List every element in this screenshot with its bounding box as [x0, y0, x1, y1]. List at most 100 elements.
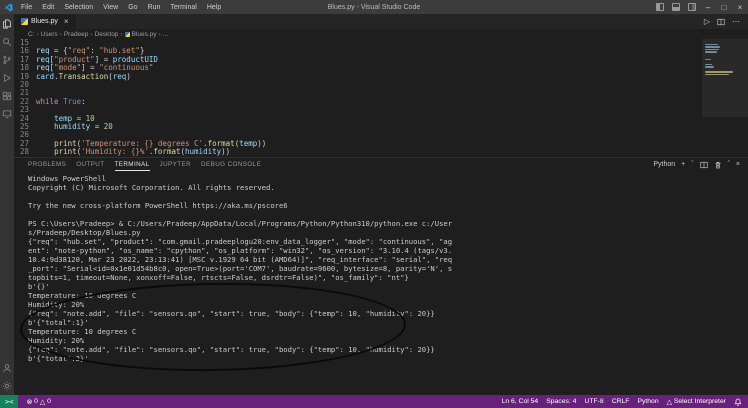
tab-label: Blues.py — [31, 18, 58, 25]
terminal-line: PS C:\Users\Pradeep> & C:/Users/Pradeep/… — [28, 219, 748, 228]
breadcrumb-separator-icon: › — [60, 31, 62, 38]
menu-go[interactable]: Go — [123, 4, 142, 11]
extensions-icon[interactable] — [2, 91, 12, 101]
layout-customize-icon[interactable] — [684, 0, 700, 14]
code-editor[interactable]: 1516req = {"req": "hub.set"}17req["produ… — [14, 39, 748, 157]
layout-sidebar-icon[interactable] — [652, 0, 668, 14]
new-terminal-icon[interactable]: + — [681, 161, 685, 168]
terminal-line: b'{}' — [28, 282, 748, 291]
menu-run[interactable]: Run — [143, 4, 166, 11]
terminal-shell-label[interactable]: Python — [653, 161, 675, 168]
main-area: Blues.py × ▷ ⋯ C:›Users›Pradeep›Desktop›… — [0, 14, 748, 395]
code-line[interactable]: 25 humidity = 20 — [14, 123, 748, 131]
kill-terminal-trash-icon[interactable] — [714, 161, 722, 169]
terminal-line: 10.4:9d38120, Mar 23 2022, 23:13:41) [MS… — [28, 255, 748, 264]
terminal-lines: Windows PowerShellCopyright (C) Microsof… — [28, 174, 748, 363]
terminal-line: {"req": "hub.set", "product": "com.gmail… — [28, 237, 748, 246]
cursor-position[interactable]: Ln 6, Col 54 — [502, 398, 539, 405]
terminal-line: Temperature: 10 degrees C — [28, 291, 748, 300]
warnings-icon: △ — [40, 398, 45, 406]
title-bar: FileEditSelectionViewGoRunTerminalHelp B… — [0, 0, 748, 14]
breadcrumb-item[interactable]: ... — [163, 31, 168, 38]
code-line[interactable]: 23 — [14, 106, 748, 114]
tab-blues-py[interactable]: Blues.py × — [14, 14, 76, 29]
panel-tab-jupyter[interactable]: JUPYTER — [160, 158, 192, 171]
minimize-button[interactable]: – — [700, 0, 716, 14]
remote-indicator[interactable]: >< — [0, 395, 18, 408]
tab-close-icon[interactable]: × — [64, 17, 69, 26]
menu-help[interactable]: Help — [202, 4, 226, 11]
vscode-logo-icon — [0, 3, 16, 12]
layout-panel-icon[interactable] — [668, 0, 684, 14]
select-interpreter-warning[interactable]: △ Select Interpreter — [667, 398, 726, 406]
panel-tab-debug-console[interactable]: DEBUG CONSOLE — [201, 158, 261, 171]
code-line[interactable]: 20 — [14, 81, 748, 89]
split-editor-icon[interactable] — [717, 18, 725, 26]
run-debug-icon[interactable] — [2, 73, 12, 83]
account-icon[interactable] — [2, 363, 12, 373]
panel-tab-output[interactable]: OUTPUT — [76, 158, 104, 171]
code-line[interactable]: 24 temp = 10 — [14, 115, 748, 123]
status-bar: >< ⊗ 0 △ 0 Ln 6, Col 54 Spaces: 4 UTF-8 … — [0, 395, 748, 408]
terminal-line: Copyright (C) Microsoft Corporation. All… — [28, 183, 748, 192]
terminal-line: topbits=1, timeout=None, xonxoff=False, … — [28, 273, 748, 282]
menu-edit[interactable]: Edit — [37, 4, 59, 11]
run-python-file-button[interactable]: ▷ — [704, 17, 710, 26]
code-line[interactable]: 19card.Transaction(req) — [14, 73, 748, 81]
more-actions-icon[interactable]: ⋯ — [732, 17, 740, 26]
settings-gear-icon[interactable] — [2, 381, 12, 391]
breadcrumb-item[interactable]: Desktop — [95, 31, 119, 38]
breadcrumb-separator-icon: › — [37, 31, 39, 38]
panel-tab-terminal[interactable]: TERMINAL — [115, 158, 150, 171]
terminal-line: ent": "note-python", "os_name": "cpython… — [28, 246, 748, 255]
editor-actions: ▷ ⋯ — [704, 14, 748, 29]
window-controls: – □ × — [652, 0, 748, 14]
terminal-line: s/Pradeep/Desktop/Blues.py — [28, 228, 748, 237]
menu-view[interactable]: View — [98, 4, 123, 11]
eol-setting[interactable]: CRLF — [612, 398, 630, 405]
explorer-icon[interactable] — [2, 19, 12, 29]
breadcrumb: C:›Users›Pradeep›Desktop›Blues.py›... — [14, 29, 748, 39]
source-control-icon[interactable] — [2, 55, 12, 65]
maximize-button[interactable]: □ — [716, 0, 732, 14]
close-panel-icon[interactable]: × — [736, 161, 740, 168]
menu-selection[interactable]: Selection — [59, 4, 98, 11]
errors-count: 0 — [34, 398, 38, 405]
problems-indicator[interactable]: ⊗ 0 △ 0 — [26, 398, 51, 406]
code-line[interactable]: 21 — [14, 89, 748, 97]
breadcrumb-separator-icon: › — [90, 31, 92, 38]
panel-tab-problems[interactable]: PROBLEMS — [28, 158, 66, 171]
encoding-setting[interactable]: UTF-8 — [584, 398, 603, 405]
terminal-line: Humidity: 20% — [28, 300, 748, 309]
terminal-output[interactable]: Windows PowerShellCopyright (C) Microsof… — [14, 171, 748, 395]
breadcrumb-item[interactable]: Users — [41, 31, 58, 38]
minimap-slider[interactable] — [702, 39, 748, 117]
python-file-icon — [125, 32, 130, 37]
breadcrumb-item[interactable]: Pradeep — [64, 31, 89, 38]
terminal-line: Temperature: 10 degrees C — [28, 327, 748, 336]
notifications-bell[interactable] — [734, 398, 742, 406]
code-line[interactable]: 22while True: — [14, 98, 748, 106]
breadcrumb-separator-icon: › — [120, 31, 122, 38]
code-lines: 1516req = {"req": "hub.set"}17req["produ… — [14, 39, 748, 156]
indentation-setting[interactable]: Spaces: 4 — [546, 398, 576, 405]
language-mode[interactable]: Python — [637, 398, 658, 405]
breadcrumb-item[interactable]: C: — [28, 31, 35, 38]
breadcrumb-item[interactable]: Blues.py — [125, 31, 157, 38]
close-window-button[interactable]: × — [732, 0, 748, 14]
minimap[interactable] — [702, 39, 748, 157]
code-line[interactable]: 28 print('Humidity: {}%'.format(humidity… — [14, 148, 748, 156]
interpreter-warning-icon: △ — [667, 398, 672, 406]
menu-terminal[interactable]: Terminal — [165, 4, 201, 11]
bell-icon — [734, 398, 742, 406]
maximize-panel-icon[interactable]: ˆ — [728, 161, 730, 168]
terminal-line: _port": "Serial<id=0x1e01d54b8c0, open=T… — [28, 264, 748, 273]
editor-area: Blues.py × ▷ ⋯ C:›Users›Pradeep›Desktop›… — [14, 14, 748, 395]
terminal-line: {"req": "note.add", "file": "sensors.qo"… — [28, 309, 748, 318]
split-terminal-icon[interactable] — [700, 161, 708, 169]
terminal-dropdown-icon[interactable]: ˇ — [691, 161, 693, 168]
remote-explorer-icon[interactable] — [2, 109, 12, 119]
search-icon[interactable] — [2, 37, 12, 47]
menu-file[interactable]: File — [16, 4, 37, 11]
terminal-line — [28, 192, 748, 201]
